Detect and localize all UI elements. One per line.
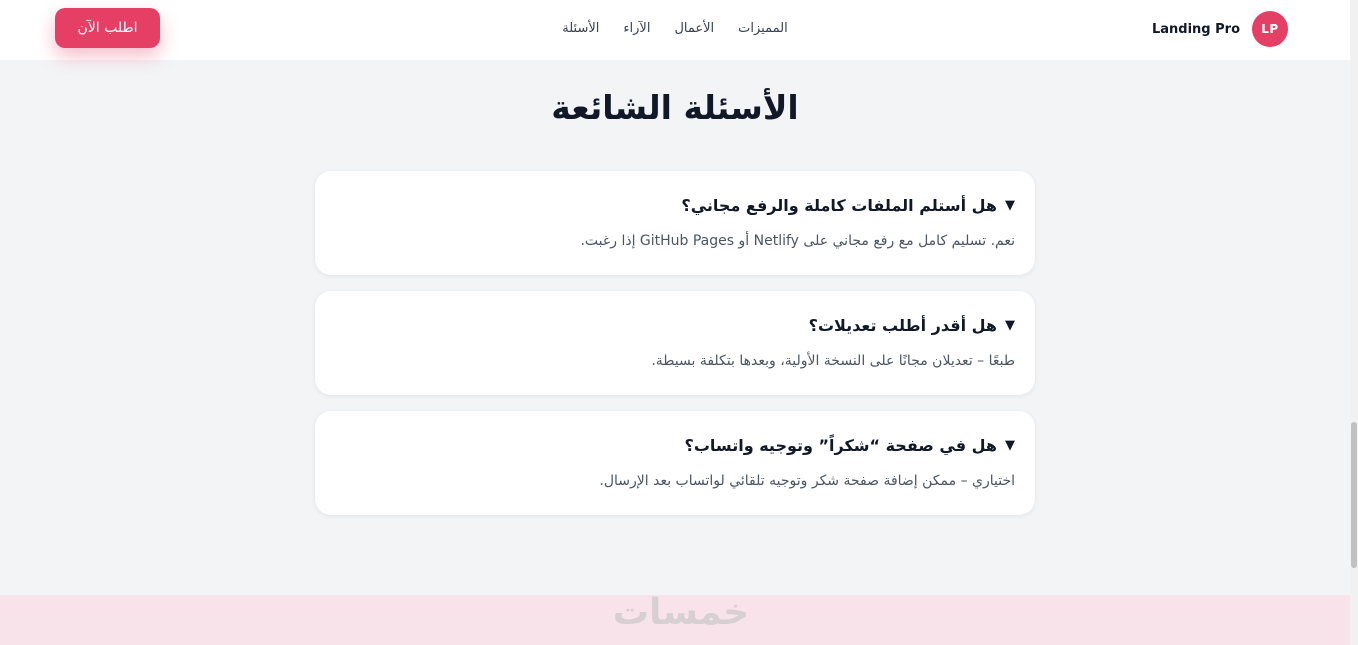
faq-question-text: هل في صفحة “شكراً” وتوجيه واتساب؟ [684, 435, 997, 455]
faq-list: ▼ هل أستلم الملفات كاملة والرفع مجاني؟ ن… [315, 171, 1035, 531]
faq-item[interactable]: ▼ هل أقدر أطلب تعديلات؟ طبعًا – تعديلان … [315, 291, 1035, 395]
faq-question[interactable]: ▼ هل في صفحة “شكراً” وتوجيه واتساب؟ [335, 435, 1015, 455]
faq-answer: طبعًا – تعديلان مجانًا على النسخة الأولي… [651, 353, 1015, 369]
triangle-down-icon: ▼ [1005, 317, 1015, 333]
nav-link-reviews[interactable]: الآراء [623, 21, 650, 36]
faq-question-text: هل أستلم الملفات كاملة والرفع مجاني؟ [681, 195, 997, 215]
faq-item[interactable]: ▼ هل أستلم الملفات كاملة والرفع مجاني؟ ن… [315, 171, 1035, 275]
faq-question-text: هل أقدر أطلب تعديلات؟ [808, 315, 997, 335]
faq-question[interactable]: ▼ هل أستلم الملفات كاملة والرفع مجاني؟ [335, 195, 1015, 215]
faq-answer: اختياري – ممكن إضافة صفحة شكر وتوجيه تلق… [599, 473, 1015, 489]
order-now-button[interactable]: اطلب الآن [55, 8, 160, 48]
faq-item[interactable]: ▼ هل في صفحة “شكراً” وتوجيه واتساب؟ اختي… [315, 411, 1035, 515]
nav-link-faq[interactable]: الأسئلة [562, 21, 599, 36]
logo-badge: LP [1252, 11, 1288, 47]
top-header: المميزات الأعمال الآراء الأسئلة LP Landi… [0, 0, 1350, 60]
main-nav: المميزات الأعمال الآراء الأسئلة [0, 0, 1350, 56]
watermark: خمسات [612, 592, 750, 633]
brand-name: Landing Pro [1151, 21, 1240, 37]
scrollbar-thumb[interactable] [1351, 422, 1357, 568]
brand[interactable]: LP Landing Pro [1152, 11, 1288, 47]
nav-link-features[interactable]: المميزات [738, 21, 788, 36]
page-title: الأسئلة الشائعة [551, 88, 799, 127]
scrollbar[interactable] [1350, 0, 1358, 645]
triangle-down-icon: ▼ [1005, 437, 1015, 453]
faq-answer: نعم. تسليم كامل مع رفع مجاني على Netlify… [580, 233, 1015, 249]
faq-question[interactable]: ▼ هل أقدر أطلب تعديلات؟ [335, 315, 1015, 335]
nav-link-works[interactable]: الأعمال [674, 21, 714, 36]
triangle-down-icon: ▼ [1005, 197, 1015, 213]
